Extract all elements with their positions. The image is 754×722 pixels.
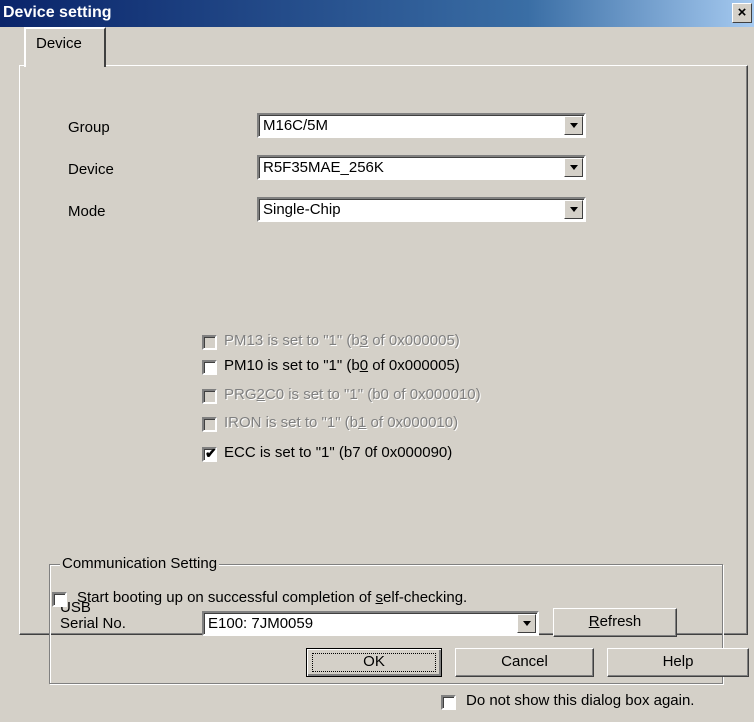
cancel-label: Cancel <box>501 653 548 670</box>
option-label-0: PM13 is set to "1" (b3 of 0x000005) <box>224 332 460 349</box>
device-value: R5F35MAE_256K <box>263 159 384 176</box>
option-access-key: 3 <box>359 332 369 349</box>
communication-setting-title: Communication Setting <box>60 555 220 572</box>
option-access-key: 0 <box>359 357 369 374</box>
help-button[interactable]: Help <box>607 648 749 677</box>
tab-device-label: Device <box>36 35 82 52</box>
boot-label-prefix: Start booting up on successful completio… <box>77 589 376 606</box>
serial-number-dropdown[interactable]: E100: 7JM0059 <box>202 611 539 636</box>
group-label: Group <box>68 119 110 136</box>
boot-access-key: s <box>375 589 384 606</box>
mode-value: Single-Chip <box>263 201 341 218</box>
chevron-down-icon[interactable] <box>517 614 536 633</box>
option-label-prefix: ECC is set to "1" (b7 0f 0x000090) <box>224 444 453 461</box>
group-dropdown[interactable]: M16C/5M <box>257 113 586 138</box>
dont-show-label: Do not show this dialog box again. <box>466 692 695 709</box>
chevron-down-icon[interactable] <box>564 158 583 177</box>
refresh-button[interactable]: Refresh <box>553 608 677 637</box>
device-setting-dialog: Device setting × Device Group M16C/5M De… <box>0 0 754 722</box>
serial-no-label: Serial No. <box>60 615 126 632</box>
refresh-label: efresh <box>599 613 642 630</box>
option-label-suffix: of 0x000005) <box>368 357 460 374</box>
close-icon: × <box>737 4 747 21</box>
option-label-prefix: PM10 is set to "1" (b <box>224 357 360 374</box>
device-label: Device <box>68 161 114 178</box>
option-checkbox-4[interactable]: ✔ <box>202 445 217 462</box>
chevron-down-icon[interactable] <box>564 116 583 135</box>
serial-number-value: E100: 7JM0059 <box>208 615 314 632</box>
cancel-button[interactable]: Cancel <box>455 648 594 677</box>
boot-label-suffix: elf-checking. <box>383 589 468 606</box>
option-label-prefix: PRG <box>224 386 257 403</box>
dont-show-checkbox[interactable] <box>441 695 456 710</box>
option-label-3: IRON is set to "1" (b1 of 0x000010) <box>224 414 458 431</box>
option-checkbox-1[interactable] <box>202 360 217 375</box>
option-label-suffix: of 0x000005) <box>368 332 460 349</box>
checkmark-icon: ✔ <box>205 445 217 461</box>
tab-device[interactable]: Device <box>24 27 106 67</box>
mode-dropdown[interactable]: Single-Chip <box>257 197 586 222</box>
device-dropdown[interactable]: R5F35MAE_256K <box>257 155 586 180</box>
option-checkbox-0 <box>202 335 217 350</box>
option-label-prefix: IRON is set to "1" (b <box>224 414 359 431</box>
mode-label: Mode <box>68 203 106 220</box>
option-label-prefix: PM13 is set to "1" (b <box>224 332 360 349</box>
option-label-1: PM10 is set to "1" (b0 of 0x000005) <box>224 357 460 374</box>
title-bar[interactable]: Device setting × <box>0 0 754 27</box>
option-access-key: 2 <box>256 386 265 403</box>
ok-button[interactable]: OK <box>306 648 442 677</box>
window-title: Device setting <box>3 4 112 21</box>
option-checkbox-2 <box>202 389 217 404</box>
group-value: M16C/5M <box>263 117 329 134</box>
option-label-suffix: C0 is set to "1" (b0 of 0x000010) <box>264 386 481 403</box>
close-button[interactable]: × <box>732 3 752 23</box>
chevron-down-icon[interactable] <box>564 200 583 219</box>
option-checkbox-3 <box>202 417 217 432</box>
tab-panel <box>19 65 748 635</box>
option-label-suffix: of 0x000010) <box>366 414 459 431</box>
option-label-4: ECC is set to "1" (b7 0f 0x000090) <box>224 444 452 461</box>
option-label-2: PRG2C0 is set to "1" (b0 of 0x000010) <box>224 386 481 403</box>
focus-rectangle <box>312 653 436 672</box>
refresh-access-key: R <box>588 613 600 630</box>
boot-label: Start booting up on successful completio… <box>77 589 467 606</box>
boot-checkbox[interactable] <box>52 592 67 607</box>
help-label: Help <box>662 653 694 670</box>
